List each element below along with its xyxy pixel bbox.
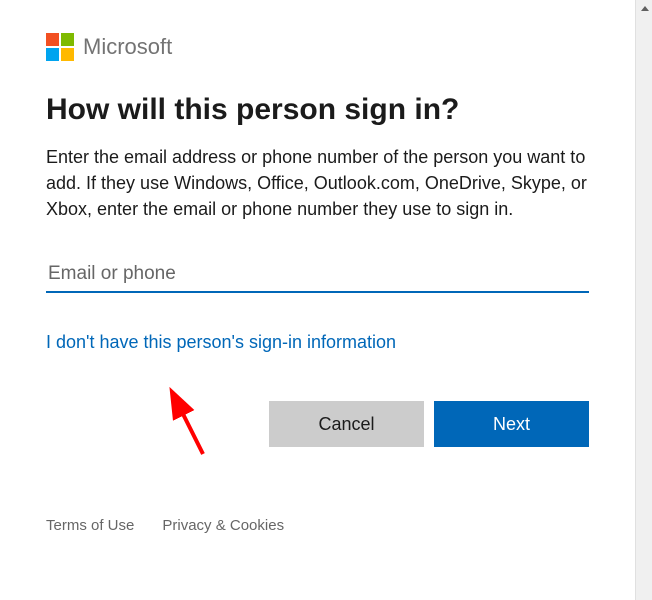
button-row: Cancel Next [46,401,589,447]
page-title: How will this person sign in? [46,93,589,127]
brand-text: Microsoft [83,34,172,60]
scroll-up-icon[interactable] [636,0,652,17]
brand-row: Microsoft [46,33,589,61]
cancel-button[interactable]: Cancel [269,401,424,447]
microsoft-logo-icon [46,33,74,61]
email-phone-input[interactable] [46,257,589,293]
vertical-scrollbar[interactable] [635,0,652,600]
privacy-link[interactable]: Privacy & Cookies [162,517,284,534]
terms-link[interactable]: Terms of Use [46,517,134,534]
dialog-content: Microsoft How will this person sign in? … [0,0,635,534]
footer-links: Terms of Use Privacy & Cookies [46,517,589,534]
next-button[interactable]: Next [434,401,589,447]
description-text: Enter the email address or phone number … [46,144,589,222]
no-signin-info-link[interactable]: I don't have this person's sign-in infor… [46,332,396,353]
